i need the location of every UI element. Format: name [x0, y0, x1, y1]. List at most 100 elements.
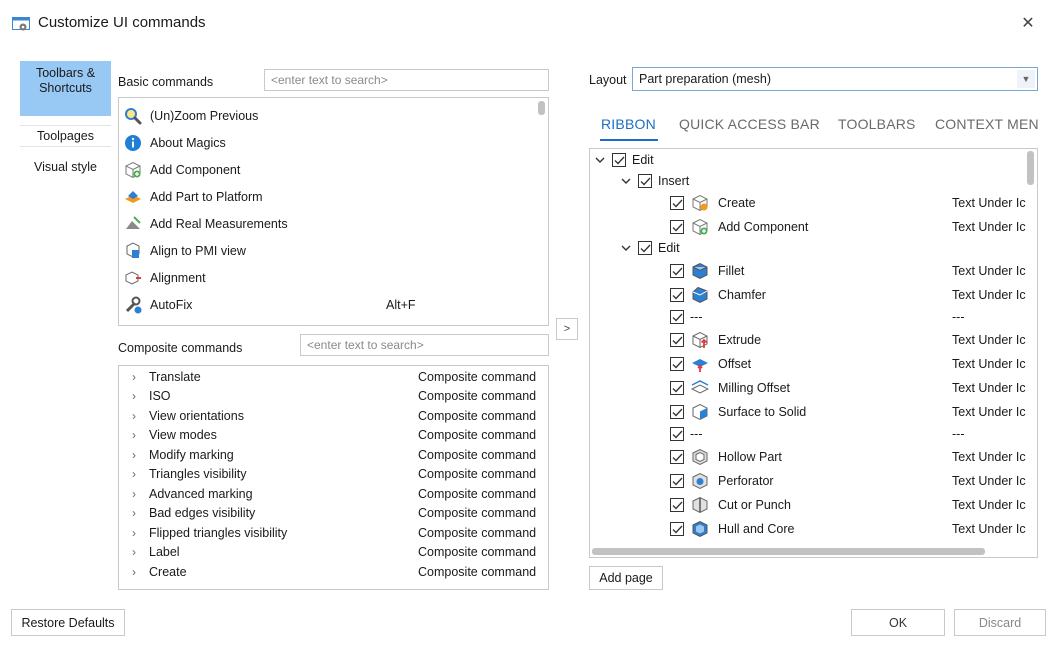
tab-context-menu[interactable]: CONTEXT MEN: [935, 116, 1039, 132]
checkbox[interactable]: [612, 153, 626, 167]
list-item[interactable]: › Label Composite command: [119, 543, 548, 563]
tree-row[interactable]: Hollow Part Text Under Ic: [670, 446, 1030, 468]
list-item[interactable]: › Modify marking Composite command: [119, 445, 548, 465]
list-item[interactable]: › Create Composite command: [119, 562, 548, 582]
list-item[interactable]: Add Part to Platform: [123, 183, 533, 210]
perforator-icon: [690, 471, 710, 491]
add-page-button[interactable]: Add page: [589, 566, 663, 590]
chevron-down-icon[interactable]: [620, 175, 632, 187]
checkbox[interactable]: [670, 310, 684, 324]
list-item[interactable]: › Triangles visibility Composite command: [119, 465, 548, 485]
add-component-icon: [690, 217, 710, 237]
checkbox[interactable]: [670, 381, 684, 395]
tree-row[interactable]: Fillet Text Under Ic: [670, 260, 1030, 282]
list-item[interactable]: Add Real Measurements: [123, 210, 533, 237]
list-item[interactable]: › Flipped triangles visibility Composite c…: [119, 523, 548, 543]
chevron-right-icon[interactable]: ›: [119, 545, 149, 559]
list-item[interactable]: › View modes Composite command: [119, 426, 548, 446]
list-item[interactable]: AutoFix Alt+F: [123, 291, 533, 318]
tab-ribbon[interactable]: RIBBON: [601, 116, 656, 132]
discard-button[interactable]: Discard: [954, 609, 1046, 636]
autofix-icon: [123, 295, 143, 315]
list-item[interactable]: › Advanced marking Composite command: [119, 484, 548, 504]
layout-dropdown[interactable]: Part preparation (mesh) ▼: [632, 67, 1038, 91]
restore-defaults-button[interactable]: Restore Defaults: [11, 609, 125, 636]
move-to-layout-button[interactable]: >: [556, 318, 578, 340]
basic-search-input[interactable]: [264, 69, 549, 91]
tree-row[interactable]: Surface to Solid Text Under Ic: [670, 401, 1030, 423]
tab-quick-access-bar[interactable]: QUICK ACCESS BAR: [679, 116, 820, 132]
chevron-right-icon[interactable]: ›: [119, 370, 149, 384]
checkbox[interactable]: [670, 427, 684, 441]
tab-toolbars[interactable]: TOOLBARS: [838, 116, 916, 132]
checkbox[interactable]: [670, 405, 684, 419]
tree-row[interactable]: Edit: [594, 149, 654, 171]
chevron-right-icon[interactable]: ›: [119, 526, 149, 540]
checkbox[interactable]: [670, 474, 684, 488]
chevron-down-icon[interactable]: [594, 154, 606, 166]
list-item-value: Composite command: [418, 506, 537, 521]
tree-row[interactable]: Perforator Text Under Ic: [670, 470, 1030, 492]
tree-row[interactable]: Edit: [620, 237, 680, 259]
close-button[interactable]: ✕: [1014, 10, 1042, 36]
pmi-view-icon: [123, 241, 143, 261]
list-item[interactable]: Add Component: [123, 156, 533, 183]
tree-row[interactable]: Milling Offset Text Under Ic: [670, 377, 1030, 399]
tree-row-separator[interactable]: --- ---: [670, 423, 1030, 445]
chevron-right-icon[interactable]: ›: [119, 389, 149, 403]
chevron-right-icon[interactable]: ›: [119, 565, 149, 579]
ok-button[interactable]: OK: [851, 609, 945, 636]
layout-tree[interactable]: Edit Insert Create Text Under Ic Add Com…: [589, 148, 1038, 558]
tree-row-separator[interactable]: --- ---: [670, 306, 1030, 328]
checkbox[interactable]: [670, 357, 684, 371]
tree-row-label: ---: [690, 427, 703, 441]
nav-item-toolpages[interactable]: Toolpages: [20, 125, 111, 147]
checkbox[interactable]: [670, 498, 684, 512]
tree-row[interactable]: Hull and Core Text Under Ic: [670, 518, 1030, 540]
checkbox[interactable]: [670, 450, 684, 464]
checkbox[interactable]: [670, 220, 684, 234]
tree-row[interactable]: Chamfer Text Under Ic: [670, 284, 1030, 306]
list-item[interactable]: › View orientations Composite command: [119, 406, 548, 426]
vertical-scrollbar[interactable]: [1027, 151, 1034, 185]
list-item[interactable]: Align to PMI view: [123, 237, 533, 264]
checkbox[interactable]: [670, 264, 684, 278]
chevron-down-icon[interactable]: [620, 242, 632, 254]
basic-commands-list[interactable]: (Un)Zoom Previous About Magics Add Compo…: [118, 97, 549, 326]
chevron-right-icon[interactable]: ›: [119, 467, 149, 481]
tree-row[interactable]: Add Component Text Under Ic: [670, 216, 1030, 238]
chevron-right-icon[interactable]: ›: [119, 506, 149, 520]
hollow-part-icon: [690, 447, 710, 467]
tree-row[interactable]: Extrude Text Under Ic: [670, 329, 1030, 351]
list-item[interactable]: Alignment: [123, 264, 533, 291]
checkbox[interactable]: [670, 196, 684, 210]
checkbox[interactable]: [638, 241, 652, 255]
chevron-right-icon[interactable]: ›: [119, 428, 149, 442]
checkbox[interactable]: [670, 288, 684, 302]
chevron-right-icon[interactable]: ›: [119, 409, 149, 423]
tree-row[interactable]: Insert: [620, 170, 689, 192]
list-item[interactable]: › Translate Composite command: [119, 367, 548, 387]
list-item[interactable]: › Bad edges visibility Composite command: [119, 504, 548, 524]
nav-item-visual-style[interactable]: Visual style: [20, 160, 111, 196]
tree-row-display: Text Under Ic: [952, 381, 1026, 395]
checkbox[interactable]: [670, 522, 684, 536]
nav-item-toolbars-shortcuts[interactable]: Toolbars & Shortcuts: [20, 61, 111, 116]
checkbox[interactable]: [670, 333, 684, 347]
chevron-down-icon[interactable]: ▼: [1017, 70, 1035, 88]
horizontal-scrollbar[interactable]: [592, 548, 985, 555]
list-item[interactable]: About Magics: [123, 129, 533, 156]
hull-and-core-icon: [690, 519, 710, 539]
list-item-value: Composite command: [418, 525, 537, 540]
chevron-right-icon[interactable]: ›: [119, 487, 149, 501]
composite-search-input[interactable]: [300, 334, 549, 356]
list-item[interactable]: (Un)Zoom Previous: [123, 102, 533, 129]
vertical-scrollbar[interactable]: [538, 101, 545, 115]
tree-row[interactable]: Create Text Under Ic: [670, 192, 1030, 214]
checkbox[interactable]: [638, 174, 652, 188]
composite-commands-list[interactable]: › Translate Composite command › ISO Composit…: [118, 365, 549, 590]
tree-row[interactable]: Offset Text Under Ic: [670, 353, 1030, 375]
list-item[interactable]: › ISO Composite command: [119, 387, 548, 407]
chevron-right-icon[interactable]: ›: [119, 448, 149, 462]
tree-row[interactable]: Cut or Punch Text Under Ic: [670, 494, 1030, 516]
